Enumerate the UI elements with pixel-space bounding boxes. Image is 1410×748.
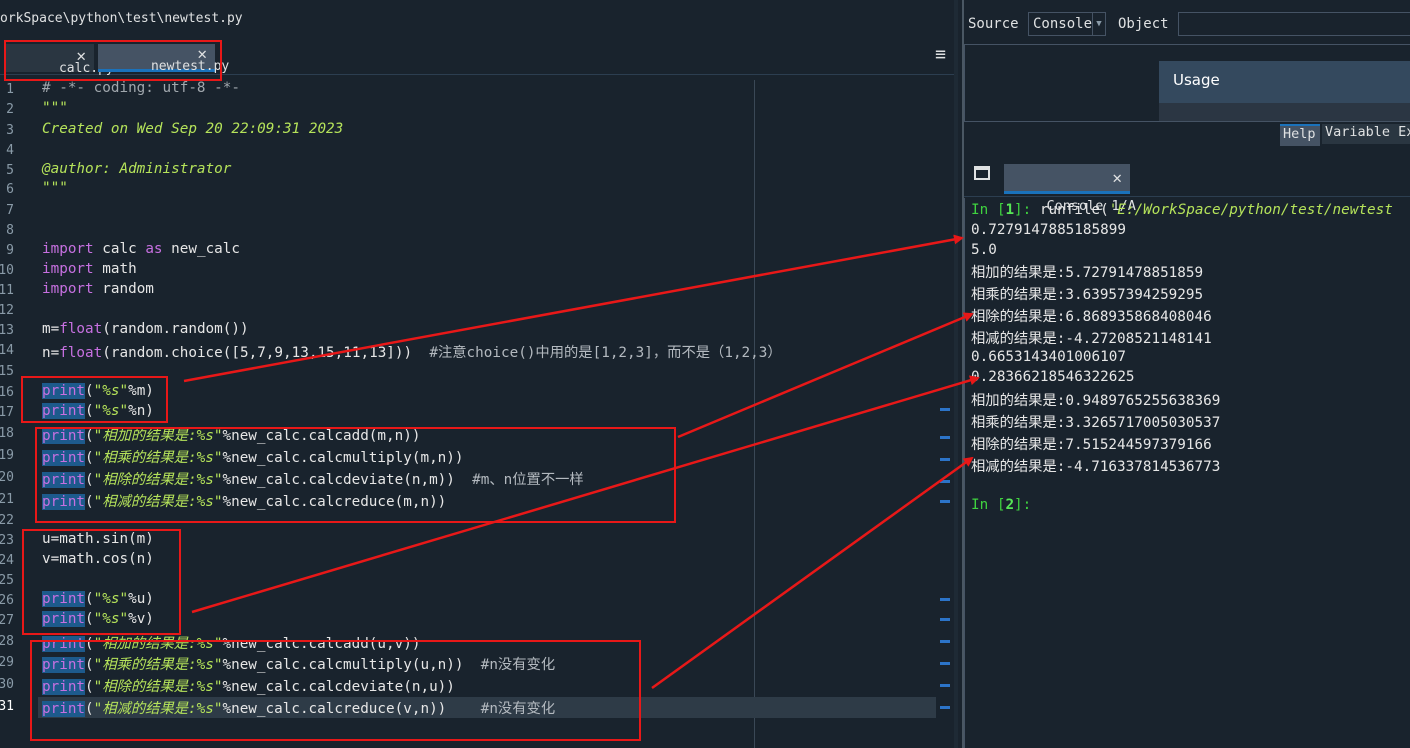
line-number: 16 (0, 385, 14, 400)
code-line: n=float(random.choice([5,7,9,13,15,11,13… (42, 345, 782, 361)
line-number: 1 (6, 82, 14, 97)
line-number: 11 (0, 283, 14, 298)
code-line: # -*- coding: utf-8 -*- (42, 80, 240, 96)
console-input-line: In [1]: runfile('E:/WorkSpace/python/tes… (971, 202, 1393, 218)
help-content: Usage (964, 44, 1410, 122)
scroll-flag[interactable] (940, 436, 950, 439)
close-icon[interactable]: ✕ (1112, 164, 1122, 192)
console-output-line: 相加的结果是:0.9489765255638369 (971, 393, 1221, 409)
ipython-console[interactable]: In [1]: runfile('E:/WorkSpace/python/tes… (964, 198, 1410, 748)
line-number: 2 (6, 102, 14, 117)
line-number: 24 (0, 553, 14, 568)
source-select-value: Console (1033, 16, 1093, 32)
console-output-line: 0.6653143401006107 (971, 349, 1126, 365)
code-line: """ (42, 180, 68, 196)
line-number: 3 (6, 123, 14, 138)
code-line: m=float(random.random()) (42, 321, 249, 337)
line-number: 22 (0, 513, 14, 528)
console-output-line: 相除的结果是:6.868935868408046 (971, 309, 1212, 325)
line-number: 23 (0, 533, 14, 548)
tab-variable-explorer[interactable]: Variable Ex (1322, 124, 1410, 144)
line-number: 30 (0, 677, 14, 692)
scroll-flag[interactable] (940, 598, 950, 601)
scroll-flag[interactable] (940, 618, 950, 621)
options-menu-icon[interactable]: ≡ (935, 44, 946, 65)
scroll-flag[interactable] (940, 408, 950, 411)
line-number: 25 (0, 573, 14, 588)
line-number: 29 (0, 655, 14, 670)
line-number: 14 (0, 343, 14, 358)
line-number: 10 (0, 263, 14, 278)
code-line: import random (42, 281, 154, 297)
console-output-line: 相加的结果是:5.72791478851859 (971, 265, 1204, 281)
help-toolbar: Source Console ▼ Object (964, 8, 1410, 40)
file-path: orkSpace\python\test\newtest.py (0, 11, 243, 26)
line-number: 27 (0, 613, 14, 628)
editor-pane: orkSpace\python\test\newtest.py calc.py … (0, 0, 958, 748)
console-output-line: 相减的结果是:-4.716337814536773 (971, 459, 1221, 475)
line-number: 8 (6, 223, 14, 238)
scroll-flag[interactable] (940, 662, 950, 665)
line-number: 15 (0, 364, 14, 379)
usage-body (1159, 103, 1410, 121)
console-input-line: In [2]: (971, 497, 1032, 513)
object-input[interactable] (1178, 12, 1410, 36)
line-number: 19 (0, 448, 14, 463)
console-tabbar: Console 1/A ✕ (964, 156, 1410, 214)
line-number: 5 (6, 163, 14, 178)
line-number: 26 (0, 593, 14, 608)
line-number: 13 (0, 323, 14, 338)
console-output-line: 相减的结果是:-4.27208521148141 (971, 331, 1212, 347)
scroll-flag[interactable] (940, 500, 950, 503)
line-number: 6 (6, 182, 14, 197)
window-icon[interactable] (974, 166, 990, 180)
line-number: 20 (0, 470, 14, 485)
scroll-flag[interactable] (940, 706, 950, 709)
tab-console[interactable]: Console 1/A ✕ (1004, 164, 1136, 214)
source-label: Source (968, 16, 1019, 32)
line-number: 28 (0, 634, 14, 649)
console-output-line: 0.7279147885185899 (971, 222, 1126, 238)
line-number: 12 (0, 303, 14, 318)
line-number: 17 (0, 405, 14, 420)
tab-help[interactable]: Help (1280, 124, 1320, 146)
line-number-gutter: 1 2 3 4 5 6 7 8 9 10 11 12 13 14 15 16 17 18 19 20 21 22 23 24 2… (0, 80, 20, 748)
scroll-flag[interactable] (940, 640, 950, 643)
console-output-line: 相乘的结果是:3.3265717005030537 (971, 415, 1221, 431)
line-number: 4 (6, 143, 14, 158)
annotation-box-calc-mn (35, 427, 676, 523)
line-number: 7 (6, 203, 14, 218)
usage-panel: Usage (1159, 61, 1410, 103)
console-output-line: 0.28366218546322625 (971, 369, 1135, 385)
line-number: 9 (6, 243, 14, 258)
code-line: import math (42, 261, 137, 277)
annotation-box-uv (22, 529, 181, 635)
chevron-down-icon[interactable]: ▼ (1092, 13, 1105, 35)
scroll-flag[interactable] (940, 480, 950, 483)
line-number: 31 (0, 699, 14, 714)
code-line: """ (42, 100, 68, 116)
annotation-box-print-mn (21, 376, 168, 423)
line-number: 18 (0, 426, 14, 441)
usage-title: Usage (1173, 71, 1220, 89)
annotation-box-tabs (4, 40, 222, 81)
code-line: @author: Administrator (42, 161, 232, 177)
line-number: 21 (0, 492, 14, 507)
code-line: import calc as new_calc (42, 241, 240, 257)
console-output-line: 相除的结果是:7.515244597379166 (971, 437, 1212, 453)
console-output-line: 相乘的结果是:3.63957394259295 (971, 287, 1204, 303)
annotation-box-calc-uv (30, 640, 641, 741)
object-label: Object (1118, 16, 1169, 32)
help-tabbar: Help Variable Ex (964, 122, 1410, 146)
code-line: Created on Wed Sep 20 22:09:31 2023 (42, 121, 344, 137)
scroll-flag[interactable] (940, 684, 950, 687)
scroll-flag[interactable] (940, 458, 950, 461)
source-select[interactable]: Console ▼ (1028, 12, 1106, 36)
